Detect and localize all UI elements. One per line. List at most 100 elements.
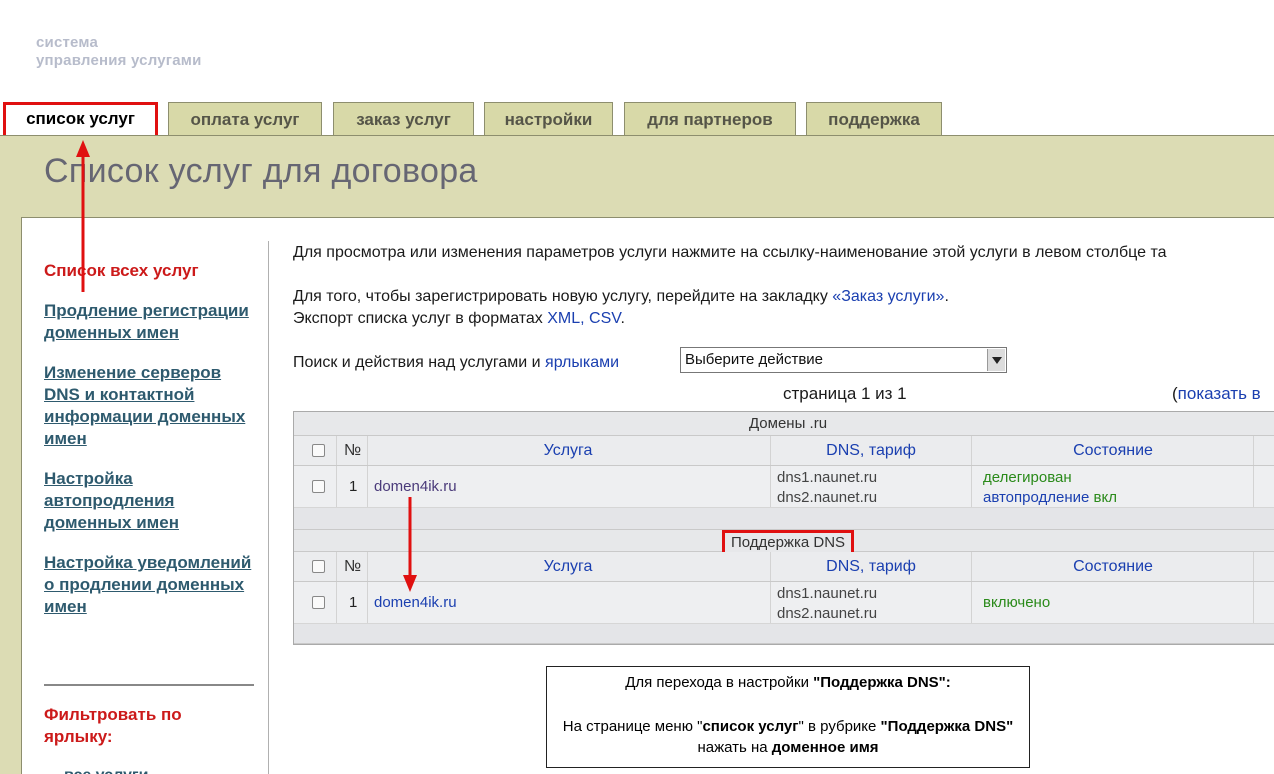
sidebar-link-renewal[interactable]: Продление регистрации доменных имен <box>44 300 259 344</box>
sidebar: Список всех услуг Продление регистрации … <box>44 260 259 618</box>
register-text: Для того, чтобы зарегистрировать новую у… <box>293 288 833 305</box>
select-all-checkbox[interactable] <box>312 560 325 573</box>
dns-server-1: dns1.naunet.ru <box>777 469 878 486</box>
row-num: 1 <box>349 594 358 611</box>
sidebar-heading: Список всех услуг <box>44 261 199 280</box>
group-spacer <box>294 624 1274 644</box>
state-enabled: включено <box>983 594 1051 611</box>
tab-service-list[interactable]: список услуг <box>3 102 158 138</box>
instruction-note: Для перехода в настройки "Поддержка DNS"… <box>546 666 1030 768</box>
action-select[interactable]: Выберите действие <box>680 347 1007 373</box>
service-link[interactable]: domen4ik.ru <box>374 466 457 507</box>
export-csv-link[interactable]: CSV <box>589 310 620 327</box>
row-num: 1 <box>349 478 358 495</box>
col-divider <box>770 466 771 507</box>
col-divider <box>336 552 337 581</box>
labels-link[interactable]: ярлыками <box>545 354 619 371</box>
sidebar-link-autorenew[interactable]: Настройка автопродления доменных имен <box>44 468 259 534</box>
col-num: № <box>344 558 362 575</box>
export-xml-link[interactable]: XML <box>547 310 580 327</box>
intro-text: Для просмотра или изменения параметров у… <box>293 244 1167 261</box>
dns-server-2: dns2.naunet.ru <box>777 605 878 622</box>
tab-partners[interactable]: для партнеров <box>624 102 796 136</box>
tab-payment[interactable]: оплата услуг <box>168 102 322 136</box>
pagination: страница 1 из 1 <box>783 384 907 403</box>
export-line: Экспорт списка услуг в форматах XML, CSV… <box>293 310 625 328</box>
dns-server-1: dns1.naunet.ru <box>777 585 878 602</box>
autorenew-link[interactable]: автопродление <box>983 489 1089 506</box>
sidebar-link-dns-change[interactable]: Изменение серверов DNS и контактной инфо… <box>44 362 259 450</box>
action-select-value: Выберите действие <box>685 351 824 368</box>
note-line2-text2: " в рубрике <box>798 718 881 735</box>
col-dns[interactable]: DNS, тариф <box>771 436 971 465</box>
table-row: 1 domen4ik.ru dns1.naunet.ru dns2.naunet… <box>294 466 1274 508</box>
dns-cell: dns1.naunet.ru dns2.naunet.ru <box>777 468 877 509</box>
export-text: Экспорт списка услуг в форматах <box>293 310 548 327</box>
sidebar-link-notifications[interactable]: Настройка уведомлений о продлении доменн… <box>44 552 259 618</box>
row-checkbox[interactable] <box>312 480 325 493</box>
note-line2: На странице меню "список услуг" в рубрик… <box>547 717 1029 737</box>
col-divider <box>971 466 972 507</box>
chevron-down-icon[interactable] <box>987 349 1005 371</box>
group-title: Домены .ru <box>294 412 1274 436</box>
export-end: . <box>620 310 625 327</box>
col-divider <box>1253 582 1254 623</box>
tab-order[interactable]: заказ услуг <box>333 102 474 136</box>
tab-support[interactable]: поддержка <box>806 102 942 136</box>
col-divider <box>336 582 337 623</box>
dns-cell: dns1.naunet.ru dns2.naunet.ru <box>777 584 877 625</box>
col-divider <box>770 582 771 623</box>
order-tab-link[interactable]: «Заказ услуги» <box>832 288 944 305</box>
export-sep: , <box>580 310 590 327</box>
note-line3-bold: доменное имя <box>771 739 879 756</box>
state-delegated: делегирован <box>983 469 1072 486</box>
col-divider <box>367 466 368 507</box>
col-divider <box>336 436 337 465</box>
sidebar-separator <box>44 684 254 686</box>
page-title: Список услуг для договора <box>44 152 478 190</box>
note-line3-text: нажать на <box>697 739 772 756</box>
select-all-checkbox[interactable] <box>312 444 325 457</box>
sidebar-divider <box>268 241 269 774</box>
note-line2-bold1: список услуг <box>702 718 799 735</box>
register-end: . <box>944 288 949 305</box>
state-cell: делегирован автопродление вкл <box>983 468 1117 509</box>
col-divider <box>1253 552 1254 581</box>
note-line2-text: На странице меню " <box>562 718 703 735</box>
register-line: Для того, чтобы зарегистрировать новую у… <box>293 288 949 306</box>
service-link[interactable]: domen4ik.ru <box>374 582 457 623</box>
col-divider <box>971 582 972 623</box>
filter-heading: Фильтровать по ярлыку: <box>44 705 182 746</box>
search-line: Поиск и действия над услугами и ярлыками <box>293 354 619 372</box>
col-dns[interactable]: DNS, тариф <box>771 552 971 581</box>
table-header: № Услуга DNS, тариф Состояние <box>294 436 1274 466</box>
col-divider <box>336 466 337 507</box>
col-divider <box>367 582 368 623</box>
row-checkbox[interactable] <box>312 596 325 609</box>
tab-settings[interactable]: настройки <box>484 102 613 136</box>
dns-server-2: dns2.naunet.ru <box>777 489 878 506</box>
table-row: 1 domen4ik.ru dns1.naunet.ru dns2.naunet… <box>294 582 1274 624</box>
show-all-link[interactable]: показать в <box>1178 384 1261 403</box>
group-title-text: Домены .ru <box>748 415 828 432</box>
note-line1: Для перехода в настройки "Поддержка DNS"… <box>547 673 1029 693</box>
group-spacer <box>294 508 1274 530</box>
col-state[interactable]: Состояние <box>972 436 1254 465</box>
note-line1-text: Для перехода в настройки <box>625 674 814 691</box>
filter-item-all[interactable]: все услуги <box>64 766 148 774</box>
logo-line2: управления услугами <box>36 52 202 69</box>
autorenew-value: вкл <box>1093 489 1117 506</box>
note-line3: нажать на доменное имя <box>547 737 1029 759</box>
group-title: Поддержка DNS <box>294 530 1274 556</box>
col-service[interactable]: Услуга <box>368 436 768 465</box>
show-all: (показать в <box>1172 384 1261 404</box>
col-divider <box>1253 436 1254 465</box>
table-header: № Услуга DNS, тариф Состояние <box>294 552 1274 582</box>
note-line1-bold: "Поддержка DNS": <box>813 674 951 691</box>
col-divider <box>1253 466 1254 507</box>
col-num: № <box>344 442 362 459</box>
search-text: Поиск и действия над услугами и <box>293 354 546 371</box>
col-state[interactable]: Состояние <box>972 552 1254 581</box>
note-line2-bold2: "Поддержка DNS" <box>880 718 1014 735</box>
col-service[interactable]: Услуга <box>368 552 768 581</box>
